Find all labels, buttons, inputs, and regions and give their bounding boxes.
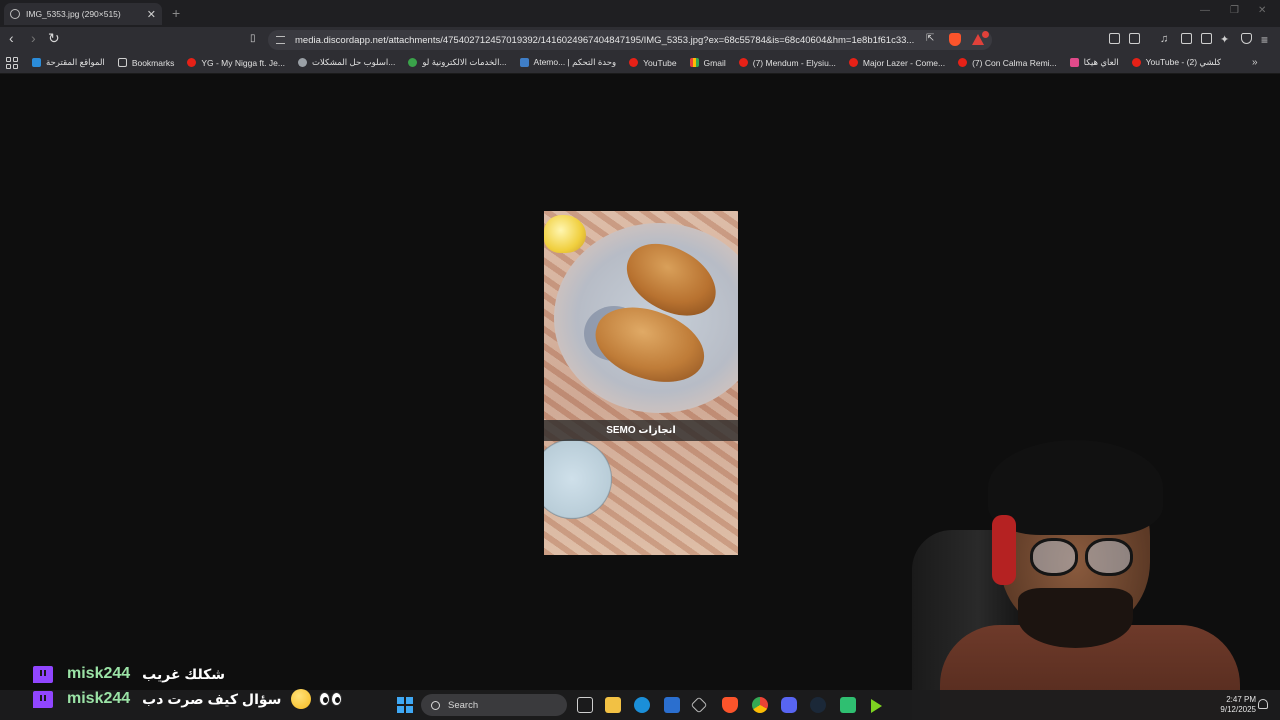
apps-grid-icon[interactable] <box>6 56 18 69</box>
chat-text: شكلك غريب <box>142 665 226 682</box>
bookmark-icon[interactable]: ▯ <box>250 33 256 44</box>
leo-ai-icon[interactable]: ✦ <box>1220 33 1229 46</box>
back-icon[interactable]: ‹ <box>9 30 14 46</box>
menu-icon[interactable]: ≡ <box>1261 33 1268 47</box>
extensions-icon[interactable] <box>1109 33 1120 44</box>
aternos-icon <box>519 58 529 67</box>
chat-username: misk244 <box>67 690 131 707</box>
share-icon[interactable]: ⇱ <box>926 33 934 44</box>
youtube-icon <box>958 58 968 67</box>
bookmark-item[interactable]: (7) Con Calma Remi... <box>958 58 1057 68</box>
edge-icon[interactable] <box>634 697 650 713</box>
twitch-icon <box>33 690 53 708</box>
reading-icon[interactable] <box>1201 33 1212 44</box>
play-icon[interactable] <box>871 699 882 713</box>
steam-icon[interactable] <box>810 697 826 713</box>
globe-icon <box>297 58 307 67</box>
bookmarks-folder-icon <box>117 58 127 67</box>
youtube-icon <box>187 58 197 67</box>
displayed-image[interactable]: SEMO انجازات <box>544 211 738 555</box>
clock-time: 2:47 PM <box>1226 695 1256 704</box>
media-icon[interactable]: ♫ <box>1160 33 1168 45</box>
windows-start-icon[interactable] <box>397 697 413 713</box>
webcam-overlay <box>880 420 1280 720</box>
twitch-icon <box>33 665 53 683</box>
wallet-icon[interactable] <box>1129 33 1140 44</box>
forward-icon[interactable]: › <box>31 30 36 46</box>
snap-caption: SEMO انجازات <box>544 420 738 441</box>
address-bar[interactable]: media.discordapp.net/attachments/4754027… <box>268 30 992 50</box>
bookmark-item[interactable]: Gmail <box>689 58 726 68</box>
chevron-right-icon[interactable]: » <box>1252 57 1258 68</box>
bookmark-item[interactable]: اسلوب حل المشكلات... <box>297 57 395 68</box>
eservices-icon <box>408 58 418 67</box>
eyes-emoji-icon <box>319 692 343 706</box>
sidebar-icon[interactable] <box>1181 33 1192 44</box>
brave-shield-icon[interactable] <box>949 33 961 46</box>
app-icon-green[interactable] <box>840 697 856 713</box>
store-icon[interactable] <box>664 697 680 713</box>
lemon <box>544 215 586 253</box>
maximize-icon[interactable]: ❐ <box>1230 5 1239 16</box>
youtube-icon <box>848 58 858 67</box>
bookmark-item[interactable]: العاي هيكا <box>1069 57 1119 68</box>
clock-date: 9/12/2025 <box>1220 705 1256 714</box>
discord-icon[interactable] <box>781 697 797 713</box>
globe-icon <box>10 9 20 19</box>
youtube-icon <box>738 58 748 67</box>
minimize-icon[interactable]: — <box>1200 5 1210 16</box>
bookmark-favicon <box>1069 58 1079 67</box>
site-settings-icon[interactable] <box>276 36 285 44</box>
glasses-right <box>1085 538 1133 576</box>
chrome-icon[interactable] <box>752 697 768 713</box>
bookmark-item[interactable]: YouTube - كلشي (2) <box>1131 57 1221 68</box>
vpn-icon[interactable] <box>1241 33 1252 44</box>
bookmark-item[interactable]: YouTube <box>629 58 677 68</box>
bing-icon <box>32 58 41 67</box>
reload-icon[interactable]: ↻ <box>48 30 60 47</box>
rewards-badge <box>982 31 989 38</box>
system-clock[interactable]: 2:47 PM 9/12/2025 <box>1206 695 1256 715</box>
chat-username: misk244 <box>67 665 131 682</box>
brave-icon[interactable] <box>722 697 738 713</box>
notification-bell-icon[interactable] <box>1258 699 1268 709</box>
flushed-emoji-icon <box>291 689 312 709</box>
bookmark-item[interactable]: Bookmarks <box>117 58 174 68</box>
bookmark-item[interactable]: المواقع المقترحة <box>32 57 105 68</box>
tab-strip <box>0 0 1280 27</box>
search-label: Search <box>448 699 479 711</box>
headset <box>992 515 1016 585</box>
streamer-beard <box>1018 588 1133 648</box>
new-tab-button[interactable]: + <box>172 5 180 21</box>
bookmark-item[interactable]: Atemo... | وحدة التحكم <box>519 57 616 68</box>
tab-title: IMG_5353.jpg (290×515) <box>26 9 121 19</box>
youtube-icon <box>1131 58 1141 67</box>
url-text: media.discordapp.net/attachments/4754027… <box>295 34 915 46</box>
chat-message: misk244 شكلك غريب <box>33 663 225 685</box>
file-explorer-icon[interactable] <box>605 697 621 713</box>
bookmark-item[interactable]: الخدمات الالكترونية لو... <box>408 57 507 68</box>
tab-image[interactable]: IMG_5353.jpg (290×515) ✕ <box>4 3 162 25</box>
window-close-icon[interactable]: ✕ <box>1258 5 1266 16</box>
bookmark-item[interactable]: Major Lazer - Come... <box>848 58 945 68</box>
gmail-icon <box>689 58 699 67</box>
close-icon[interactable]: ✕ <box>147 8 156 21</box>
chat-message: misk244 سؤال كيف صرت دب <box>33 688 343 710</box>
chat-text: سؤال كيف صرت دب <box>142 690 282 707</box>
taskbar-search[interactable]: Search <box>421 694 567 716</box>
search-icon <box>431 700 440 710</box>
youtube-icon <box>629 58 639 67</box>
bookmarks-bar: المواقع المقترحة Bookmarks YG - My Nigga… <box>0 52 1280 74</box>
bookmark-item[interactable]: (7) Mendum - Elysiu... <box>738 58 836 68</box>
glasses-left <box>1030 538 1078 576</box>
task-view-icon[interactable] <box>577 697 593 713</box>
bookmark-item[interactable]: YG - My Nigga ft. Je... <box>187 58 285 68</box>
